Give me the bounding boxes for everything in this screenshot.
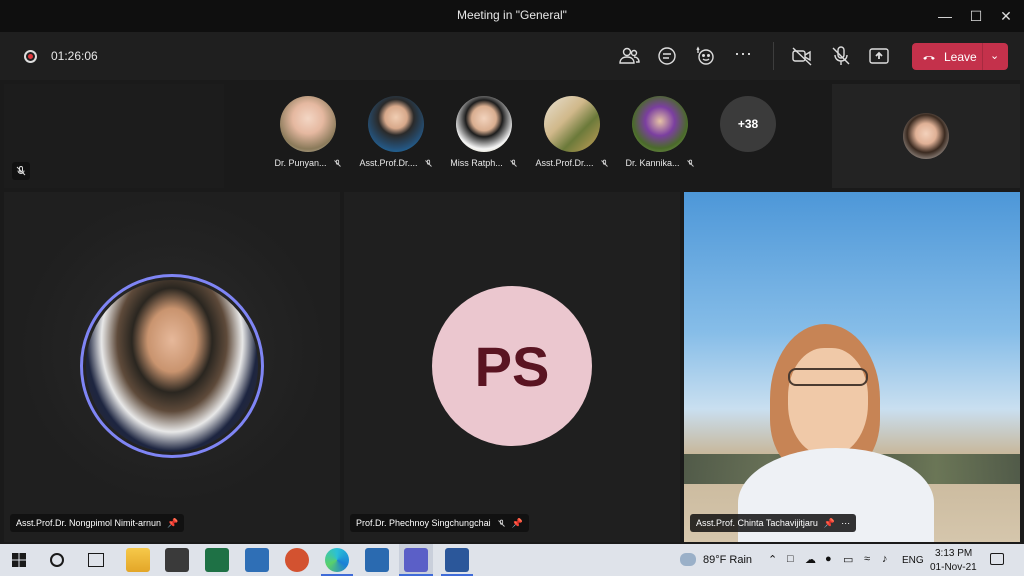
file-explorer-icon[interactable] xyxy=(126,548,150,572)
participant-name: Asst.Prof. Chinta Tachavijitjaru xyxy=(696,518,818,528)
participant-name: Prof.Dr. Phechnoy Singchungchai xyxy=(356,518,491,528)
phone-hangup-icon xyxy=(923,55,935,60)
participant-avatar xyxy=(86,280,258,452)
close-button[interactable]: ✕ xyxy=(996,6,1016,26)
meeting-toolbar: 01:26:06 ⋯ Leave ⌄ xyxy=(0,32,1024,80)
pin-icon[interactable]: 📌 xyxy=(167,518,178,529)
windows-taskbar: 89°F Rain ⌃ □ ☁ ● ▭ ≈ ♪ ENG 3:13 PM 01-N… xyxy=(0,544,1024,576)
mic-off-icon xyxy=(424,159,432,167)
leave-label: Leave xyxy=(944,49,977,64)
participant-name: Asst.Prof.Dr.... xyxy=(359,158,418,168)
notifications-icon[interactable] xyxy=(990,553,1004,565)
pin-icon[interactable]: 📌 xyxy=(512,518,523,529)
strip-participant[interactable]: Dr. Punyan... xyxy=(270,96,346,168)
volume-icon[interactable]: ♪ xyxy=(882,553,888,565)
leave-button[interactable]: Leave ⌄ xyxy=(912,43,1008,70)
battery-icon[interactable]: ▭ xyxy=(843,553,853,566)
chevron-down-icon[interactable]: ⌄ xyxy=(990,49,999,62)
clock-time[interactable]: 3:13 PM xyxy=(935,548,972,559)
video-tile-1: Asst.Prof.Dr. Nongpimol Nimit-arnun 📌 xyxy=(4,192,340,542)
leave-separator xyxy=(982,43,983,70)
participants-icon[interactable] xyxy=(617,44,641,68)
self-view-tile xyxy=(832,84,1020,188)
tile-nameplate: Asst.Prof. Chinta Tachavijitjaru 📌 ⋯ xyxy=(690,514,857,532)
store-icon[interactable] xyxy=(165,548,189,572)
excel-icon[interactable] xyxy=(205,548,229,572)
muted-badge xyxy=(12,162,30,180)
participant-avatar xyxy=(544,96,600,152)
more-participants-button[interactable]: +38 xyxy=(720,96,776,152)
minimize-button[interactable]: — xyxy=(935,6,955,26)
title-bar: Meeting in "General" — ☐ ✕ xyxy=(0,0,1024,32)
small-tile xyxy=(4,84,224,188)
windows-start-icon[interactable] xyxy=(12,553,26,567)
chat-icon[interactable] xyxy=(655,44,679,68)
clock-date[interactable]: 01-Nov-21 xyxy=(930,562,977,573)
mic-off-icon xyxy=(497,519,505,527)
edge-icon[interactable] xyxy=(325,548,349,572)
word-icon[interactable] xyxy=(445,548,469,572)
more-options-icon[interactable]: ⋯ xyxy=(731,44,755,68)
mic-off-icon xyxy=(16,166,26,176)
participant-name: Dr. Kannika... xyxy=(625,158,680,168)
participant-name: Miss Ratph... xyxy=(450,158,503,168)
photos-icon[interactable] xyxy=(365,548,389,572)
powerpoint-icon[interactable] xyxy=(285,548,309,572)
strip-participant[interactable]: Asst.Prof.Dr.... xyxy=(358,96,434,168)
camera-off-icon[interactable] xyxy=(790,44,814,68)
participant-avatar xyxy=(456,96,512,152)
strip-participant[interactable]: Dr. Kannika... xyxy=(622,96,698,168)
mail-icon[interactable] xyxy=(245,548,269,572)
participant-avatar xyxy=(280,96,336,152)
tile-nameplate: Asst.Prof.Dr. Nongpimol Nimit-arnun 📌 xyxy=(10,514,185,532)
participant-name: Asst.Prof.Dr. Nongpimol Nimit-arnun xyxy=(16,518,162,528)
teams-icon[interactable] xyxy=(404,548,428,572)
recording-icon xyxy=(24,50,37,63)
maximize-button[interactable]: ☐ xyxy=(966,6,986,26)
onedrive-icon[interactable]: ☁ xyxy=(805,553,816,566)
self-avatar xyxy=(903,113,949,159)
window-title: Meeting in "General" xyxy=(457,8,567,22)
strip-participant[interactable]: Asst.Prof.Dr.... xyxy=(534,96,610,168)
reactions-icon[interactable] xyxy=(693,44,717,68)
video-tile-2: PS Prof.Dr. Phechnoy Singchungchai 📌 xyxy=(344,192,680,542)
participant-avatar xyxy=(632,96,688,152)
share-screen-icon[interactable] xyxy=(867,44,891,68)
mic-off-icon xyxy=(509,159,517,167)
search-icon[interactable] xyxy=(50,553,64,567)
more-options-icon[interactable]: ⋯ xyxy=(841,518,850,529)
task-view-icon[interactable] xyxy=(88,553,104,567)
input-language[interactable]: ENG xyxy=(902,555,924,566)
chevron-up-icon[interactable]: ⌃ xyxy=(768,553,777,566)
strip-participant[interactable]: Miss Ratph... xyxy=(446,96,522,168)
wifi-icon[interactable]: ≈ xyxy=(864,553,870,565)
pin-icon[interactable]: 📌 xyxy=(824,518,835,529)
participant-avatar xyxy=(368,96,424,152)
tile-nameplate: Prof.Dr. Phechnoy Singchungchai 📌 xyxy=(350,514,529,532)
mic-off-icon xyxy=(686,159,694,167)
microphone-icon[interactable]: ● xyxy=(825,553,832,565)
weather-text[interactable]: 89°F Rain xyxy=(703,554,752,566)
initials-avatar: PS xyxy=(432,286,592,446)
participant-name: Dr. Punyan... xyxy=(274,158,327,168)
person-glasses xyxy=(788,368,868,386)
participant-name: Asst.Prof.Dr.... xyxy=(535,158,594,168)
person-face xyxy=(788,348,868,456)
meeting-timer: 01:26:06 xyxy=(51,49,98,63)
mic-off-icon xyxy=(333,159,341,167)
weather-icon xyxy=(680,553,696,566)
tray-icon[interactable]: □ xyxy=(787,553,794,565)
mic-off-icon[interactable] xyxy=(829,44,853,68)
toolbar-divider xyxy=(773,42,774,70)
video-tile-3: Asst.Prof. Chinta Tachavijitjaru 📌 ⋯ xyxy=(684,192,1020,542)
mic-off-icon xyxy=(600,159,608,167)
